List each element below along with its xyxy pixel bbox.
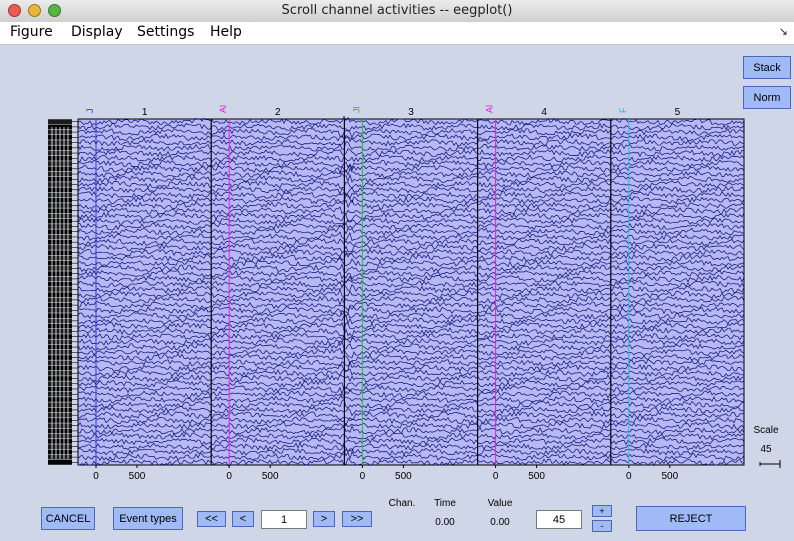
stack-button[interactable]: Stack [743, 56, 791, 79]
scale-bar-icon [759, 460, 781, 468]
value-label: Value [487, 498, 513, 509]
plot-background [77, 118, 745, 466]
event-types-button[interactable]: Event types [113, 507, 183, 530]
x-tick-label: 0 [226, 471, 232, 482]
scale-value: 45 [760, 444, 772, 455]
scale-decrease-button[interactable]: - [592, 520, 612, 532]
x-tick-label: 500 [661, 471, 678, 482]
scale-increase-button[interactable]: + [592, 505, 612, 517]
epoch-number-label: 1 [142, 107, 148, 118]
channel-label-tick [48, 460, 72, 465]
event-marker-label: F [618, 107, 628, 113]
prev-epoch-button[interactable]: < [232, 511, 254, 527]
event-marker-label: Al [218, 105, 228, 113]
chan-label: Chan. [388, 498, 416, 509]
epoch-number-label: 4 [541, 107, 547, 118]
x-tick-label: 0 [626, 471, 632, 482]
scale-input[interactable]: 45 [536, 510, 582, 529]
first-epoch-button[interactable]: << [197, 511, 226, 527]
x-tick-label: 500 [528, 471, 545, 482]
epoch-input[interactable]: 1 [261, 510, 307, 529]
x-tick-label: 0 [360, 471, 366, 482]
epoch-number-label: 2 [275, 107, 281, 118]
event-marker-label: Jl [351, 107, 361, 114]
epoch-number-label: 3 [408, 107, 414, 118]
next-epoch-button[interactable]: > [313, 511, 335, 527]
x-tick-label: 500 [262, 471, 279, 482]
last-epoch-button[interactable]: >> [342, 511, 372, 527]
cancel-button[interactable]: CANCEL [41, 507, 95, 530]
time-label: Time [434, 498, 456, 509]
norm-button[interactable]: Norm [743, 86, 791, 109]
x-tick-label: 0 [493, 471, 499, 482]
x-tick-label: 500 [129, 471, 146, 482]
value-readout: 0.00 [490, 517, 510, 528]
event-marker-label: Al [485, 105, 495, 113]
eeg-plot-area[interactable]: J Al Jl Al F1 2 3 4 50 500 0 500 0 500 0 500 0 500 [0, 0, 794, 541]
x-tick-label: 500 [395, 471, 412, 482]
scale-label: Scale [753, 425, 779, 436]
x-tick-label: 0 [93, 471, 99, 482]
event-marker-label: J [85, 109, 95, 114]
time-readout: 0.00 [435, 517, 455, 528]
reject-button[interactable]: REJECT [636, 506, 746, 531]
epoch-number-label: 5 [675, 107, 681, 118]
channel-label-tick [48, 119, 72, 124]
